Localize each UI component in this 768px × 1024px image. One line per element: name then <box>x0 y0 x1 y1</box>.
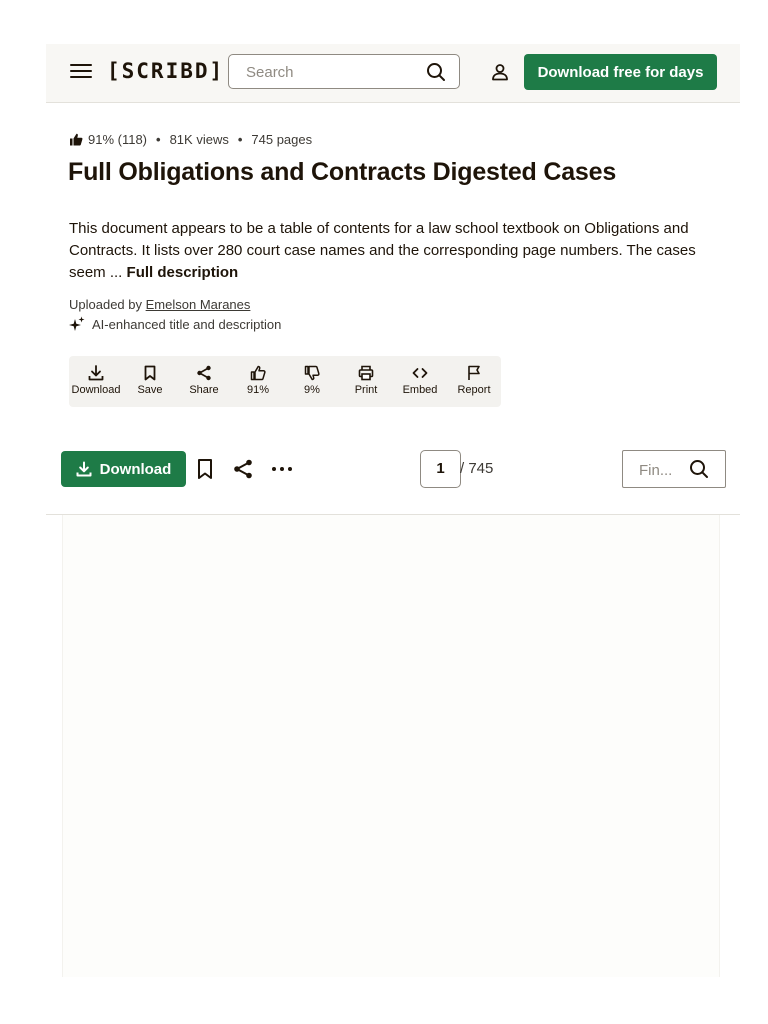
find-input[interactable] <box>637 461 685 480</box>
downvote-action[interactable]: 9% <box>285 356 339 407</box>
uploaded-by-label: Uploaded by <box>69 297 142 312</box>
print-action-label: Print <box>354 384 378 396</box>
document-stats: 91% (118) • 81K views • 745 pages <box>69 132 312 147</box>
flag-icon <box>468 365 480 380</box>
sparkle-icon <box>69 316 85 331</box>
save-action[interactable]: Save <box>123 356 177 407</box>
report-action[interactable]: Report <box>447 356 501 407</box>
downvote-percent: 9% <box>304 384 320 396</box>
separator-dot: • <box>156 132 161 147</box>
page-total: / 745 <box>460 460 494 477</box>
save-action-label: Save <box>137 384 163 396</box>
download-action-label: Download <box>71 384 121 396</box>
separator-dot: • <box>237 132 243 147</box>
page-number-input[interactable]: 1 <box>420 450 461 488</box>
page-count: 745 pages <box>251 132 313 147</box>
share-action-label: Share <box>189 384 219 396</box>
embed-action[interactable]: Embed <box>393 356 447 407</box>
rating-text: 91% (118) <box>88 132 148 147</box>
viewer-download-label: Download <box>99 460 172 478</box>
search-icon[interactable] <box>426 62 446 82</box>
bookmark-icon <box>144 365 156 381</box>
upvote-percent: 91% <box>246 384 270 396</box>
upvote-action[interactable]: 91% <box>231 356 285 407</box>
scribd-logo[interactable]: [SCRIBD] <box>107 59 224 83</box>
search-box[interactable] <box>228 54 460 89</box>
search-input[interactable] <box>244 63 418 82</box>
download-action[interactable]: Download <box>69 356 123 407</box>
download-icon <box>88 365 104 381</box>
print-action[interactable]: Print <box>339 356 393 407</box>
uploader-link[interactable]: Emelson Maranes <box>146 297 251 312</box>
hamburger-menu-icon[interactable] <box>70 64 92 82</box>
document-description: This document appears to be a table of c… <box>69 218 719 284</box>
thumbs-down-icon <box>304 365 320 381</box>
share-icon <box>197 365 211 381</box>
viewer-toolbar: Download 1 / 745 <box>46 446 740 515</box>
ai-enhanced-note: AI-enhanced title and description <box>69 316 281 332</box>
report-action-label: Report <box>457 384 491 396</box>
embed-action-label: Embed <box>402 384 438 396</box>
thumbs-up-icon <box>250 365 266 381</box>
more-options-icon[interactable] <box>270 458 294 480</box>
bookmark-icon[interactable] <box>196 458 214 480</box>
download-icon <box>76 461 92 477</box>
user-account-icon[interactable] <box>491 63 509 81</box>
share-icon[interactable] <box>232 458 254 480</box>
viewer-download-button[interactable]: Download <box>61 451 186 487</box>
document-title: Full Obligations and Contracts Digested … <box>68 158 617 186</box>
views-count: 81K views <box>169 132 229 147</box>
uploaded-by: Uploaded by Emelson Maranes <box>69 297 250 312</box>
thumbs-up-icon <box>70 133 83 146</box>
document-actions-bar: Download Save Share 91% 9% Print Embed R… <box>69 356 501 407</box>
printer-icon <box>358 365 374 381</box>
ai-note-text: AI-enhanced title and description <box>92 316 282 332</box>
search-icon[interactable] <box>689 459 709 479</box>
find-box[interactable] <box>622 450 726 488</box>
document-page-viewer[interactable] <box>62 515 720 977</box>
full-description-link[interactable]: Full description <box>127 264 239 281</box>
download-free-button[interactable]: Download free for days <box>524 54 717 90</box>
top-header: [SCRIBD] Download free for days <box>46 44 740 103</box>
share-action[interactable]: Share <box>177 356 231 407</box>
code-icon <box>412 368 428 378</box>
